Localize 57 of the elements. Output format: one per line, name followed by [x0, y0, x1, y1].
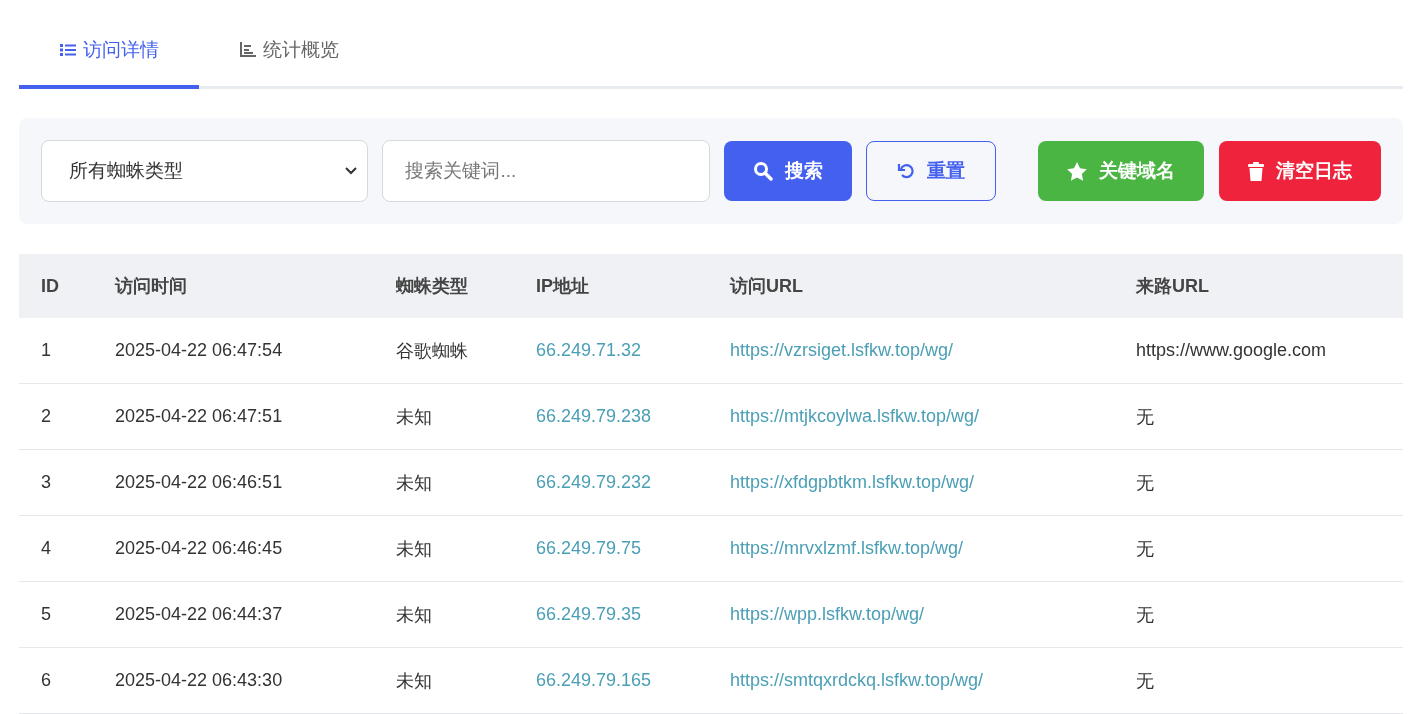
table-cell: 2 [41, 406, 51, 426]
column-header: 蜘蛛类型 [396, 276, 468, 296]
list-icon [59, 42, 76, 57]
star-icon [1067, 161, 1087, 181]
column-header: 访问时间 [115, 276, 187, 296]
table-link[interactable]: 66.249.79.232 [536, 472, 652, 492]
table-cell: 未知 [396, 406, 432, 427]
table-cell: 未知 [396, 604, 432, 625]
table-link[interactable]: https://xfdgpbtkm.lsfkw.top/wg/ [730, 472, 975, 492]
column-header: 访问URL [730, 276, 803, 296]
table-link[interactable]: 66.249.79.238 [536, 406, 652, 426]
trash-icon [1248, 161, 1264, 181]
table-cell: 6 [41, 670, 51, 690]
table-link[interactable]: https://smtqxrdckq.lsfkw.top/wg/ [730, 670, 984, 690]
table-link[interactable]: https://mtjkcoylwa.lsfkw.top/wg/ [730, 406, 980, 426]
table-link[interactable]: 66.249.79.35 [536, 604, 642, 624]
reset-button[interactable]: 重置 [866, 141, 996, 201]
table-cell: 无 [1136, 472, 1154, 493]
spider-type-select[interactable]: 所有蜘蛛类型 [41, 140, 369, 202]
table-cell: 5 [41, 604, 51, 624]
table-cell: 谷歌蜘蛛 [396, 340, 468, 361]
table-cell: 4 [41, 538, 51, 558]
search-button[interactable]: 搜索 [724, 141, 852, 201]
table-cell: 2025-04-22 06:44:37 [115, 604, 283, 624]
column-header: IP地址 [536, 276, 589, 296]
table-link[interactable]: https://mrvxlzmf.lsfkw.top/wg/ [730, 538, 964, 558]
tab[interactable]: 访问详情 [19, 20, 199, 89]
table-link[interactable]: https://vzrsiget.lsfkw.top/wg/ [730, 340, 954, 360]
chevron-down-icon [345, 167, 358, 175]
table-cell: 2025-04-22 06:43:30 [115, 670, 283, 690]
table-cell: 2025-04-22 06:47:54 [115, 340, 283, 360]
column-header: 来路URL [1136, 276, 1209, 296]
search-field[interactable]: 搜索关键词... [382, 140, 710, 202]
table-cell: 3 [41, 472, 51, 492]
table-cell: 未知 [396, 670, 432, 691]
table-cell: 无 [1136, 670, 1154, 691]
clear-log-button[interactable]: 清空日志 [1219, 141, 1381, 201]
undo-icon [897, 162, 915, 180]
column-header: ID [41, 275, 59, 296]
table-cell: 无 [1136, 604, 1154, 625]
table-link[interactable]: https://wpp.lsfkw.top/wg/ [730, 604, 925, 624]
table-cell: 1 [41, 340, 51, 360]
table-link[interactable]: 66.249.79.75 [536, 538, 642, 558]
table-cell: 2025-04-22 06:46:51 [115, 472, 283, 492]
table-link[interactable]: 66.249.71.32 [536, 340, 642, 360]
table-cell: 无 [1136, 406, 1154, 427]
table-link[interactable]: 66.249.79.165 [536, 670, 652, 690]
table-cell: https://www.google.com [1136, 340, 1327, 360]
table-cell: 无 [1136, 538, 1154, 559]
bar-chart-icon [239, 42, 256, 57]
keyword-domain-button[interactable]: 关键域名 [1038, 141, 1204, 201]
search-icon [753, 161, 773, 181]
table-cell: 2025-04-22 06:46:45 [115, 538, 283, 558]
table-cell: 2025-04-22 06:47:51 [115, 406, 283, 426]
tab[interactable]: 统计概览 [199, 20, 379, 89]
table-cell: 未知 [396, 538, 432, 559]
table-cell: 未知 [396, 472, 432, 493]
